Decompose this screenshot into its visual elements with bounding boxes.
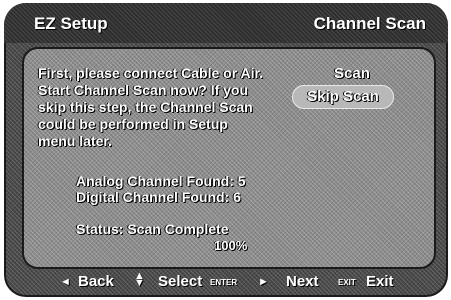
title-bar: EZ Setup Channel Scan <box>4 3 448 43</box>
next-button[interactable]: Next <box>286 273 319 290</box>
exit-key-label: EXIT <box>338 278 356 287</box>
content-panel: First, please connect Cable or Air. Star… <box>22 47 436 269</box>
analog-channel-count: Analog Channel Found: 5 <box>76 173 246 189</box>
instruction-text: First, please connect Cable or Air. Star… <box>38 65 264 149</box>
section-title: Channel Scan <box>313 14 426 33</box>
scan-button[interactable]: Scan <box>328 65 376 82</box>
skip-scan-button[interactable]: Skip Scan <box>292 85 394 109</box>
digital-channel-count: Digital Channel Found: 6 <box>76 189 241 205</box>
up-down-arrow-icon: ▲▼ <box>134 270 145 289</box>
left-arrow-icon: ◄ <box>60 276 71 288</box>
osd-window: EZ Setup Channel Scan First, please conn… <box>4 3 448 297</box>
footer-bar: ◄ Back ▲▼ Select ENTER ► Next EXIT Exit <box>4 265 448 297</box>
right-arrow-icon: ► <box>258 276 269 288</box>
exit-button[interactable]: Exit <box>366 273 394 290</box>
progress-percent: 100% <box>214 238 248 253</box>
back-button[interactable]: Back <box>78 273 114 290</box>
select-button[interactable]: Select <box>158 273 202 290</box>
enter-key-label: ENTER <box>210 278 238 287</box>
page-title: EZ Setup <box>34 14 108 33</box>
scan-status: Status: Scan Complete <box>76 221 229 237</box>
